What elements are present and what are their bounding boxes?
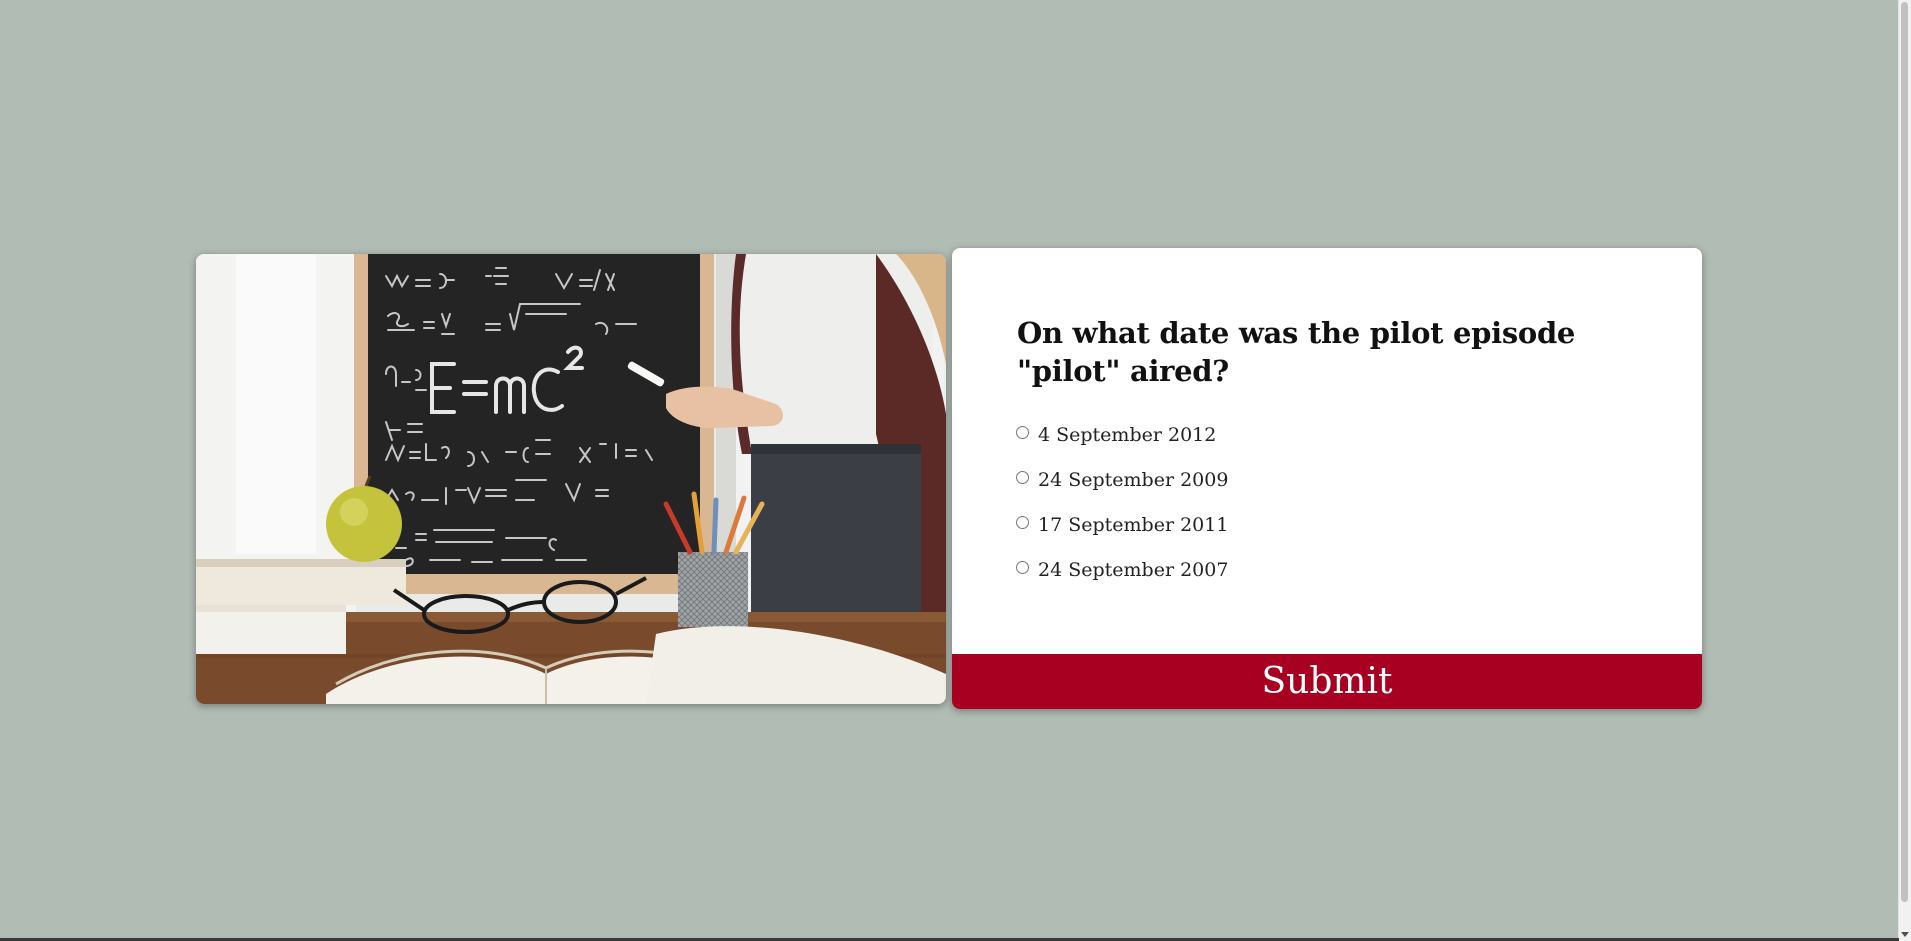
option-label[interactable]: 24 September 2009 [1038, 469, 1228, 491]
page: On what date was the pilot episode "pilo… [0, 0, 1911, 941]
option-label[interactable]: 17 September 2011 [1038, 514, 1228, 536]
option-3[interactable]: 17 September 2011 [1016, 502, 1228, 547]
question-text: On what date was the pilot episode "pilo… [1017, 316, 1576, 388]
radio-button[interactable] [1016, 426, 1029, 439]
scroll-down-arrow-icon[interactable] [1901, 932, 1909, 937]
option-4[interactable]: 24 September 2007 [1016, 547, 1228, 592]
classroom-photo-icon [196, 254, 946, 704]
submit-button[interactable]: Submit [952, 654, 1702, 709]
radio-button[interactable] [1016, 471, 1029, 484]
classroom-image [196, 254, 946, 704]
option-label[interactable]: 4 September 2012 [1038, 424, 1216, 446]
answer-options: 4 September 2012 24 September 2009 17 Se… [1016, 412, 1228, 592]
option-label[interactable]: 24 September 2007 [1038, 559, 1228, 581]
scrollbar-thumb[interactable] [1901, 2, 1908, 902]
option-2[interactable]: 24 September 2009 [1016, 457, 1228, 502]
radio-button[interactable] [1016, 561, 1029, 574]
quiz-card: On what date was the pilot episode "pilo… [952, 248, 1702, 709]
vertical-scrollbar[interactable] [1898, 0, 1911, 941]
radio-button[interactable] [1016, 516, 1029, 529]
option-1[interactable]: 4 September 2012 [1016, 412, 1228, 457]
